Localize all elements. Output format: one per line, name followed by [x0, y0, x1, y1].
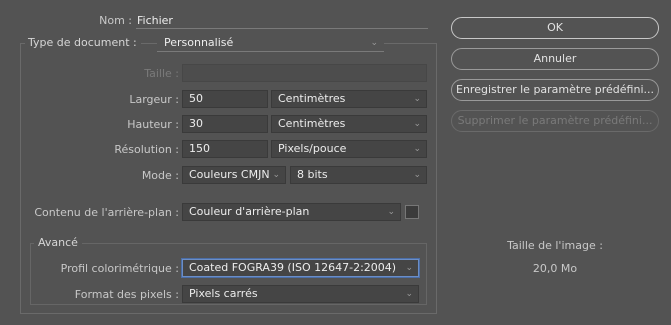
- height-input[interactable]: 30: [182, 115, 268, 133]
- save-preset-button[interactable]: Enregistrer le paramètre prédéfini...: [451, 79, 659, 101]
- chevron-down-icon: ⌄: [405, 289, 413, 299]
- pixel-format-select[interactable]: Pixels carrés ⌄: [182, 285, 419, 303]
- bit-depth-value: 8 bits: [297, 168, 328, 181]
- width-label: Largeur :: [129, 93, 179, 106]
- advanced-label: Avancé: [34, 236, 82, 249]
- height-unit-value: Centimètres: [278, 117, 346, 130]
- name-underline: [136, 28, 428, 29]
- chevron-down-icon: ⌄: [387, 207, 395, 217]
- chevron-down-icon: ⌄: [370, 38, 378, 48]
- chevron-down-icon: ⌄: [413, 144, 421, 154]
- mode-value: Couleurs CMJN: [189, 168, 270, 181]
- resolution-unit-value: Pixels/pouce: [278, 142, 347, 155]
- profile-label: Profil colorimétrique :: [60, 262, 179, 275]
- image-size-label: Taille de l'image :: [507, 239, 603, 252]
- chevron-down-icon: ⌄: [413, 119, 421, 129]
- chevron-down-icon: ⌄: [413, 170, 421, 180]
- width-input[interactable]: 50: [182, 90, 268, 108]
- doc-type-value: Personnalisé: [164, 36, 234, 49]
- chevron-down-icon: ⌄: [405, 263, 413, 273]
- background-value: Couleur d'arrière-plan: [189, 205, 310, 218]
- chevron-down-icon: ⌄: [272, 170, 280, 180]
- image-size-value: 20,0 Mo: [532, 262, 578, 275]
- cancel-button[interactable]: Annuler: [451, 48, 659, 70]
- resolution-unit-select[interactable]: Pixels/pouce ⌄: [271, 140, 427, 158]
- name-label: Nom :: [99, 14, 132, 27]
- pixel-format-value: Pixels carrés: [189, 287, 258, 300]
- profile-select[interactable]: Coated FOGRA39 (ISO 12647-2:2004) ⌄: [182, 259, 419, 277]
- doc-type-select[interactable]: Personnalisé ⌄: [157, 34, 384, 52]
- width-unit-select[interactable]: Centimètres ⌄: [271, 90, 427, 108]
- bit-depth-select[interactable]: 8 bits ⌄: [290, 166, 427, 184]
- ok-button[interactable]: OK: [451, 17, 659, 39]
- background-color-swatch[interactable]: [405, 205, 419, 219]
- height-unit-select[interactable]: Centimètres ⌄: [271, 115, 427, 133]
- width-unit-value: Centimètres: [278, 92, 346, 105]
- chevron-down-icon: ⌄: [413, 94, 421, 104]
- doc-type-underline: [157, 51, 384, 52]
- profile-value: Coated FOGRA39 (ISO 12647-2:2004): [189, 261, 397, 274]
- size-label: Taille :: [144, 67, 179, 80]
- resolution-label: Résolution :: [114, 143, 179, 156]
- delete-preset-button: Supprimer le paramètre prédéfini...: [451, 110, 659, 132]
- height-label: Hauteur :: [127, 118, 179, 131]
- background-select[interactable]: Couleur d'arrière-plan ⌄: [182, 203, 401, 221]
- resolution-input[interactable]: 150: [182, 140, 268, 158]
- background-label: Contenu de l'arrière-plan :: [34, 206, 179, 219]
- mode-select[interactable]: Couleurs CMJN ⌄: [182, 166, 286, 184]
- name-input[interactable]: Fichier: [137, 14, 173, 27]
- doc-type-label: Type de document :: [25, 36, 141, 49]
- size-select: [182, 64, 427, 82]
- mode-label: Mode :: [141, 169, 179, 182]
- pixel-format-label: Format des pixels :: [74, 288, 179, 301]
